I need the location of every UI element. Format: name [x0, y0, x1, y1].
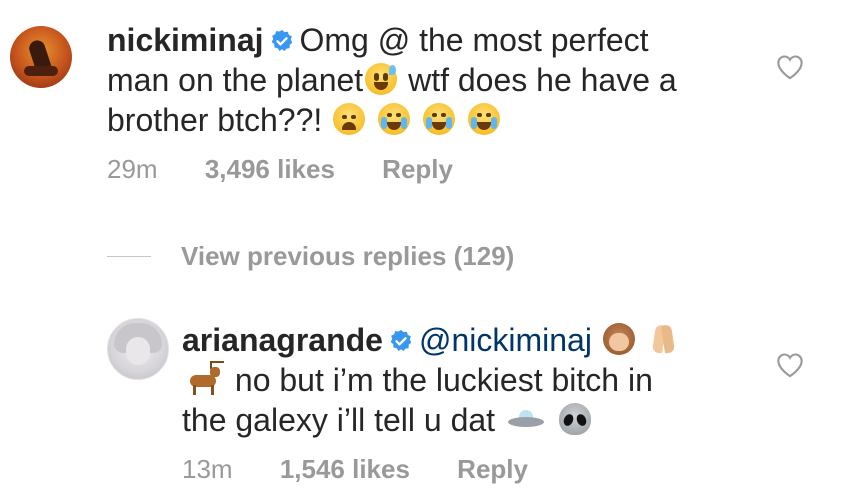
heart-outline-icon[interactable]: [776, 54, 804, 80]
crying-face-emoji-icon: [378, 103, 411, 135]
comment-body: arianagrande @nickiminaj no but i’m the l…: [182, 320, 682, 440]
sweat-smile-emoji-icon: [365, 63, 398, 95]
comment-text-line: Omg @ the most perfect: [299, 22, 649, 58]
comment-meta: 29m 3,496 likes Reply: [107, 154, 493, 185]
comment-meta: 13m 1,546 likes Reply: [182, 454, 568, 485]
reply-button[interactable]: Reply: [382, 154, 453, 184]
likes-count[interactable]: 1,546 likes: [280, 454, 410, 484]
heart-outline-icon[interactable]: [776, 352, 804, 378]
mention-link[interactable]: @nickiminaj: [419, 322, 592, 358]
comment-text-line: wtf does he have a: [408, 62, 677, 98]
verified-badge-icon: [390, 330, 412, 351]
view-previous-replies-button[interactable]: View previous replies (129): [107, 236, 514, 276]
comment-time: 13m: [182, 454, 233, 484]
see-no-evil-monkey-emoji-icon: [602, 323, 635, 355]
comment-text-line: no but i’m the luckiest bitch in: [234, 362, 653, 398]
comment-body: nickiminaj Omg @ the most perfect man on …: [107, 20, 677, 140]
view-previous-replies-label: View previous replies (129): [181, 240, 515, 271]
crying-face-emoji-icon: [422, 103, 455, 135]
avatar[interactable]: [10, 26, 72, 88]
weary-face-emoji-icon: [333, 103, 366, 135]
reply-button[interactable]: Reply: [457, 454, 528, 484]
divider: [107, 255, 151, 257]
folded-hands-emoji-icon: [648, 323, 680, 355]
alien-emoji-icon: [558, 403, 591, 435]
avatar[interactable]: [107, 318, 169, 380]
comment-text-line: brother btch??!: [107, 102, 323, 138]
comment-text-line: man on the planet: [107, 62, 364, 98]
comment-text-line: the galexy i’ll tell u dat: [182, 402, 496, 438]
flying-saucer-emoji-icon: [506, 403, 546, 435]
deer-emoji-icon: [184, 361, 224, 395]
comment-time: 29m: [107, 154, 158, 184]
username[interactable]: arianagrande: [182, 322, 383, 358]
likes-count[interactable]: 3,496 likes: [205, 154, 335, 184]
verified-badge-icon: [271, 30, 292, 51]
username[interactable]: nickiminaj: [107, 22, 264, 58]
crying-face-emoji-icon: [467, 103, 500, 135]
